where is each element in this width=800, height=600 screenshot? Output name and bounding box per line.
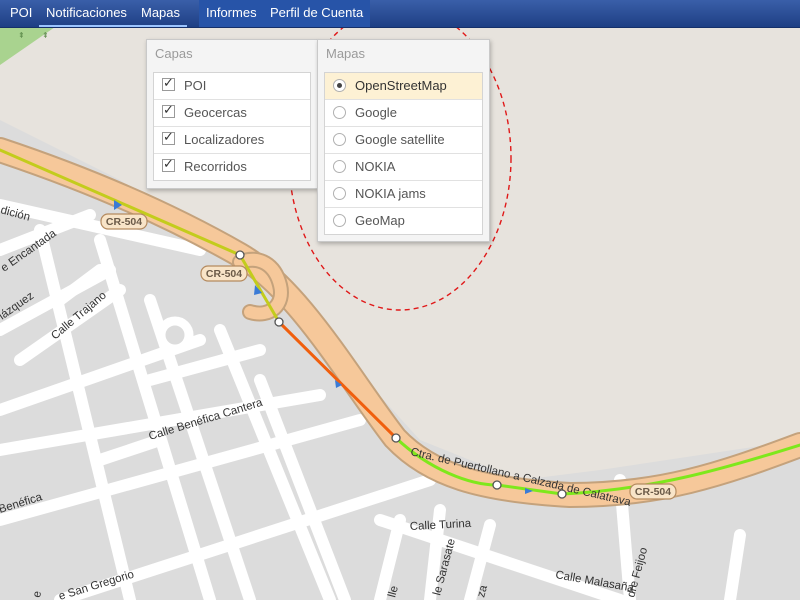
tab-perfil-de-cuenta[interactable]: Perfil de Cuenta <box>263 0 371 27</box>
radio-selected-icon[interactable] <box>333 79 346 92</box>
layer-item-recorridos[interactable]: ✓ Recorridos <box>154 154 310 180</box>
tab-notificaciones[interactable]: Notificaciones <box>39 0 134 27</box>
map-item-google[interactable]: Google <box>325 100 482 127</box>
radio-icon[interactable] <box>333 187 346 200</box>
layers-menu-title: Capas <box>155 46 193 61</box>
road-shield: CR-504 <box>100 213 148 230</box>
tree-icon: ⇞ <box>42 31 49 40</box>
tree-icon: ⇞ <box>18 31 25 40</box>
tab-mapas[interactable]: Mapas <box>134 0 188 27</box>
map-item-nokia[interactable]: NOKIA <box>325 154 482 181</box>
map-item-nokia-jams[interactable]: NOKIA jams <box>325 181 482 208</box>
top-navigation-bar: POI Notificaciones Mapas Informes Perfil… <box>0 0 800 28</box>
svg-text:CR-504: CR-504 <box>206 268 242 280</box>
maps-menu-title: Mapas <box>326 46 366 61</box>
layers-menu: Capas ✓ POI ✓ Geocercas ✓ Localizadores ✓ Re… <box>146 39 318 189</box>
map-item-openstreetmap[interactable]: OpenStreetMap <box>325 73 482 100</box>
svg-text:CR-504: CR-504 <box>106 216 142 228</box>
map-item-google-satellite[interactable]: Google satellite <box>325 127 482 154</box>
checkbox-checked-icon[interactable]: ✓ <box>162 129 175 145</box>
checkbox-checked-icon[interactable]: ✓ <box>162 102 175 118</box>
maps-list: OpenStreetMap Google Google satellite NO… <box>324 72 483 235</box>
radio-icon[interactable] <box>333 160 346 173</box>
checkbox-checked-icon[interactable]: ✓ <box>162 75 175 91</box>
layer-item-geocercas[interactable]: ✓ Geocercas <box>154 100 310 127</box>
checkbox-checked-icon[interactable]: ✓ <box>162 156 175 172</box>
svg-text:CR-504: CR-504 <box>635 486 671 498</box>
road-shield: CR-504 <box>200 265 248 282</box>
radio-icon[interactable] <box>333 214 346 227</box>
maps-menu: Mapas OpenStreetMap Google Google satell… <box>317 39 490 242</box>
tab-informes[interactable]: Informes <box>199 0 264 27</box>
tab-poi[interactable]: POI <box>3 0 39 27</box>
road-shield: CR-504 <box>629 483 677 500</box>
map-item-geomap[interactable]: GeoMap <box>325 208 482 234</box>
roundabout <box>156 316 194 354</box>
radio-icon[interactable] <box>333 133 346 146</box>
radio-icon[interactable] <box>333 106 346 119</box>
layer-item-localizadores[interactable]: ✓ Localizadores <box>154 127 310 154</box>
layers-list: ✓ POI ✓ Geocercas ✓ Localizadores ✓ Recorrid… <box>153 72 311 181</box>
layer-item-poi[interactable]: ✓ POI <box>154 73 310 100</box>
